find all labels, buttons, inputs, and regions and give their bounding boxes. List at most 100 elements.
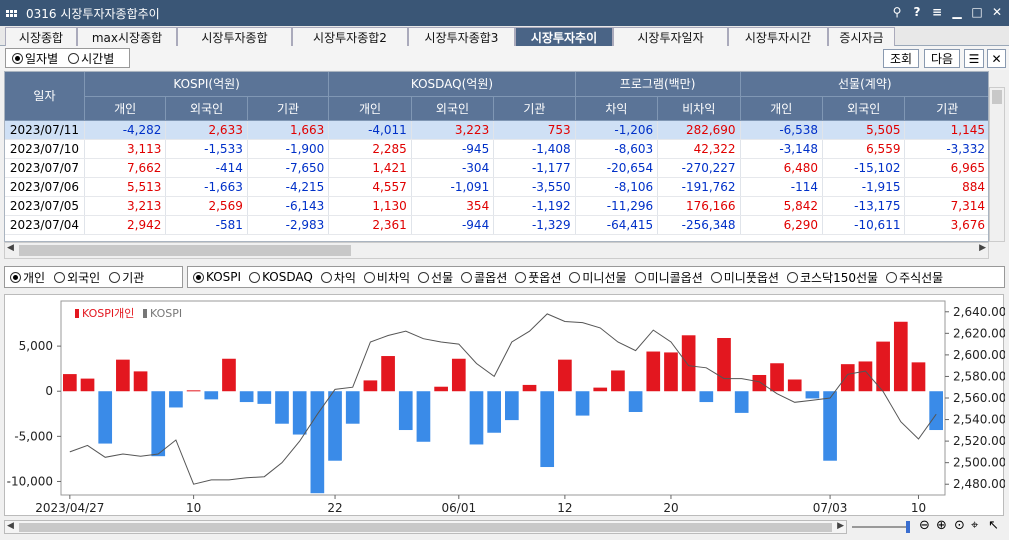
x-tick-label: 06/01 — [442, 501, 477, 515]
value-cell: 1,421 — [328, 158, 412, 178]
tab-4[interactable]: 시장투자종합3 — [408, 27, 515, 46]
chart-bar — [734, 391, 749, 413]
chart-bar — [787, 379, 802, 392]
market-radio-11[interactable]: 주식선물 — [886, 269, 943, 286]
column-header[interactable]: 외국인 — [411, 96, 495, 121]
tab-5[interactable]: 시장투자추이 — [515, 27, 613, 46]
market-radio-1[interactable]: KOSDAQ — [249, 270, 313, 284]
tab-2[interactable]: 시장투자종합 — [177, 27, 292, 46]
value-cell: 176,166 — [657, 196, 741, 216]
zoom-reset-icon[interactable]: ⊙ — [954, 518, 965, 533]
market-radio-2[interactable]: 차익 — [320, 269, 356, 286]
investor-radio-2[interactable]: 기관 — [109, 269, 144, 286]
value-cell: 354 — [411, 196, 495, 216]
tab-6[interactable]: 시장투자일자 — [613, 27, 728, 46]
zoom-slider[interactable] — [852, 521, 910, 533]
column-header[interactable]: 개인 — [740, 96, 824, 121]
column-header[interactable]: 외국인 — [822, 96, 906, 121]
value-cell: -3,332 — [904, 139, 988, 159]
market-radio-6[interactable]: 풋옵션 — [515, 269, 561, 286]
maximize-icon[interactable]: □ — [969, 4, 985, 20]
market-label: 풋옵션 — [528, 270, 562, 285]
column-header[interactable]: 개인 — [84, 96, 167, 121]
chart-scroll-right-icon[interactable]: ▶ — [837, 521, 844, 531]
market-radio-5[interactable]: 콜옵션 — [461, 269, 507, 286]
query-button[interactable]: 조회 — [883, 49, 919, 68]
right-tick-label: 2,540.00 — [953, 413, 1005, 427]
zoom-out-icon[interactable]: ⊖ — [919, 518, 930, 533]
investor-radio-1[interactable]: 외국인 — [54, 269, 100, 286]
list-icon[interactable]: ☰ — [964, 49, 984, 68]
chart-hscroll-thumb[interactable] — [19, 523, 832, 532]
table-row[interactable]: 2023/07/04 2,942 -581 -2,983 2,361 -944 -1,329… — [5, 215, 988, 235]
close-panel-icon[interactable]: ✕ — [987, 49, 1006, 68]
table-row[interactable]: 2023/07/07 7,662 -414 -7,650 1,421 -304 -1,177… — [5, 158, 988, 178]
chart-bar — [116, 359, 130, 392]
chart-bar — [840, 364, 855, 392]
value-cell: 282,690 — [657, 120, 741, 140]
scroll-left-icon[interactable]: ◀ — [7, 243, 14, 253]
column-header[interactable]: 기관 — [247, 96, 330, 121]
menu-icon[interactable]: ≡ — [929, 4, 945, 20]
tab-1[interactable]: max시장종합 — [77, 27, 177, 46]
tab-3[interactable]: 시장투자종합2 — [292, 27, 408, 46]
column-header[interactable]: 차익 — [575, 96, 659, 121]
view-daily-radio[interactable]: 일자별 — [12, 50, 58, 67]
help-icon[interactable]: ? — [909, 4, 925, 20]
right-tick-label: 2,500.00 — [953, 456, 1005, 470]
market-radio-9[interactable]: 미니풋옵션 — [710, 269, 779, 286]
tab-7[interactable]: 시장투자시간 — [728, 27, 828, 46]
value-cell: -4,011 — [328, 120, 412, 140]
column-header[interactable]: 기관 — [904, 96, 988, 121]
next-button[interactable]: 다음 — [924, 49, 960, 68]
table-row[interactable]: 2023/07/06 5,513 -1,663 -4,215 4,557 -1,091 -3… — [5, 177, 988, 197]
column-header[interactable]: 비차익 — [657, 96, 741, 121]
column-header[interactable]: 외국인 — [165, 96, 248, 121]
x-tick-label: 20 — [663, 501, 678, 515]
value-cell: -10,611 — [822, 215, 906, 235]
market-radio-4[interactable]: 선물 — [418, 269, 453, 286]
pin-icon[interactable]: ⚲ — [889, 4, 905, 20]
pointer-icon[interactable]: ↖ — [988, 518, 999, 533]
investor-label: 외국인 — [67, 270, 101, 285]
x-tick-label: 22 — [327, 501, 342, 515]
investor-radio-0[interactable]: 개인 — [10, 269, 45, 286]
table-row[interactable]: 2023/07/10 3,113 -1,533 -1,900 2,285 -945 -1,4… — [5, 139, 988, 159]
market-radio-3[interactable]: 비차익 — [363, 269, 410, 286]
market-radio-7[interactable]: 미니선물 — [569, 269, 627, 286]
chart-hscroll[interactable]: ◀ ▶ — [4, 520, 847, 534]
value-cell: -6,143 — [247, 196, 330, 216]
market-radio-10[interactable]: 코스닥150선물 — [786, 269, 878, 286]
chart-scroll-left-icon[interactable]: ◀ — [7, 521, 14, 531]
minimize-icon[interactable]: ▁ — [949, 4, 965, 20]
column-header[interactable]: 기관 — [493, 96, 576, 121]
table-vscroll[interactable] — [989, 87, 1005, 242]
scroll-right-icon[interactable]: ▶ — [979, 243, 986, 253]
value-cell: -4,215 — [247, 177, 330, 197]
market-radio-0[interactable]: KOSPI — [193, 270, 241, 284]
market-label: 미니풋옵션 — [723, 270, 779, 285]
tab-8[interactable]: 증시자금 — [828, 27, 895, 46]
crosshair-icon[interactable]: ⌖ — [971, 518, 978, 533]
date-header[interactable]: 일자 — [5, 72, 85, 121]
close-icon[interactable]: ✕ — [989, 4, 1005, 20]
table-hscroll-thumb[interactable] — [19, 245, 351, 256]
value-cell: 2,361 — [328, 215, 412, 235]
table-row[interactable]: 2023/07/11 -4,282 2,633 1,663 -4,011 3,223 753… — [5, 120, 988, 140]
investor-label: 개인 — [23, 270, 46, 285]
table-row[interactable]: 2023/07/05 3,213 2,569 -6,143 1,130 354 -1,192… — [5, 196, 988, 216]
x-tick-label: 2023/04/27 — [35, 501, 104, 515]
table-hscroll[interactable]: ◀ ▶ — [4, 242, 989, 259]
market-radio-8[interactable]: 미니콜옵션 — [634, 269, 703, 286]
chart-bar — [80, 378, 95, 392]
view-time-radio[interactable]: 시간별 — [68, 50, 114, 67]
tab-0[interactable]: 시장종합 — [5, 27, 77, 46]
chart-bar — [911, 362, 926, 392]
right-tick-label: 2,620.00 — [953, 326, 1005, 340]
chart-bar — [257, 391, 272, 404]
zoom-in-icon[interactable]: ⊕ — [936, 518, 947, 533]
chart-scroll-bar: ◀ ▶ ⊖ ⊕ ⊙ ⌖ ↖ — [4, 518, 1004, 538]
column-header[interactable]: 개인 — [328, 96, 412, 121]
chart-bar — [770, 363, 784, 392]
chart-bar — [664, 352, 678, 392]
